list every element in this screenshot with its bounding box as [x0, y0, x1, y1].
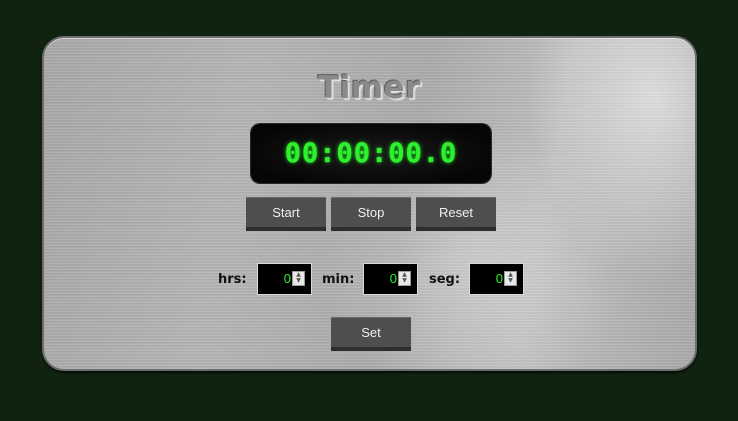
- time-display: 00:00:00.0: [251, 124, 491, 183]
- time-display-value: 00:00:00.0: [284, 138, 458, 169]
- seconds-stepper-icon[interactable]: ▲ ▼: [504, 271, 517, 286]
- hours-value[interactable]: 0: [258, 264, 291, 294]
- hours-label: hrs:: [218, 272, 247, 287]
- timer-title: Timer: [318, 70, 421, 106]
- minutes-input[interactable]: 0 ▲ ▼: [363, 263, 418, 295]
- minutes-stepper-icon[interactable]: ▲ ▼: [398, 271, 411, 286]
- seconds-input[interactable]: 0 ▲ ▼: [469, 263, 524, 295]
- minutes-label: min:: [322, 272, 355, 287]
- hours-stepper-icon[interactable]: ▲ ▼: [292, 271, 305, 286]
- reset-button[interactable]: Reset: [416, 197, 496, 231]
- stop-button[interactable]: Stop: [331, 197, 411, 231]
- minutes-value[interactable]: 0: [364, 264, 397, 294]
- seconds-value[interactable]: 0: [470, 264, 503, 294]
- start-button[interactable]: Start: [246, 197, 326, 231]
- timer-panel: Timer 00:00:00.0 Start Stop Reset hrs: 0…: [42, 36, 697, 371]
- set-button[interactable]: Set: [331, 317, 411, 351]
- seconds-label: seg:: [429, 272, 461, 287]
- hours-input[interactable]: 0 ▲ ▼: [257, 263, 312, 295]
